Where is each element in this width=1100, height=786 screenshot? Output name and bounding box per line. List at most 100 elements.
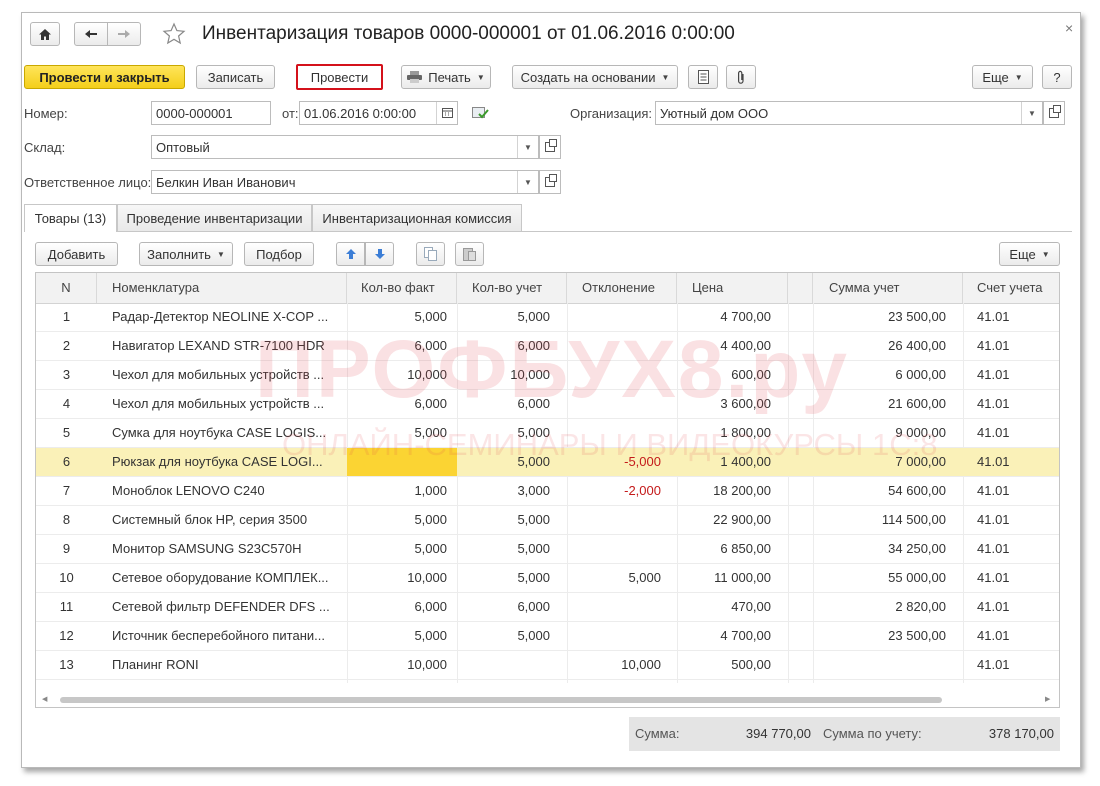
responsible-open-button[interactable]: [539, 170, 561, 194]
forward-button[interactable]: [107, 22, 141, 46]
cell-price[interactable]: 4 400,00: [677, 332, 771, 360]
post-and-close-button[interactable]: Провести и закрыть: [24, 65, 185, 89]
calendar-icon[interactable]: [436, 102, 457, 124]
cell-nomenclature[interactable]: Монитор SAMSUNG S23C570H: [112, 535, 342, 563]
cell-qty-account[interactable]: 6,000: [457, 593, 550, 621]
cell-qty-fact[interactable]: 10,000: [347, 564, 447, 592]
table-row[interactable]: 8 Системный блок HP, серия 3500 5,000 5,000…: [36, 506, 1059, 535]
warehouse-field[interactable]: Оптовый ▼: [151, 135, 539, 159]
cell-deviation[interactable]: [567, 419, 661, 447]
cell-price[interactable]: 6 850,00: [677, 535, 771, 563]
cell-deviation[interactable]: [567, 535, 661, 563]
cell-deviation[interactable]: -2,000: [567, 477, 661, 505]
cell-price[interactable]: 4 700,00: [677, 303, 771, 331]
organization-open-button[interactable]: [1043, 101, 1065, 125]
cell-nomenclature[interactable]: Навигатор LEXAND STR-7100 HDR: [112, 332, 342, 360]
cell-n[interactable]: 2: [36, 332, 97, 360]
number-field[interactable]: 0000-000001: [151, 101, 271, 125]
table-row[interactable]: 7 Моноблок LENOVO C240 1,000 3,000 -2,000 18 …: [36, 477, 1059, 506]
cell-qty-account[interactable]: 5,000: [457, 535, 550, 563]
cell-deviation[interactable]: 10,000: [567, 651, 661, 679]
cell-qty-fact[interactable]: 1,000: [347, 477, 447, 505]
tab-inventory-commission[interactable]: Инвентаризационная комиссия: [312, 204, 522, 231]
cell-price[interactable]: 4 700,00: [677, 622, 771, 650]
save-button[interactable]: Записать: [196, 65, 275, 89]
cell-sum-account[interactable]: 55 000,00: [813, 564, 946, 592]
cell-account[interactable]: 41.01: [977, 419, 1057, 447]
document-report-button[interactable]: [688, 65, 718, 89]
cell-qty-fact[interactable]: 5,000: [347, 419, 447, 447]
table-row[interactable]: 10 Сетевое оборудование КОМПЛЕК... 10,000 5…: [36, 564, 1059, 593]
cell-account[interactable]: 41.01: [977, 593, 1057, 621]
cell-deviation[interactable]: [567, 593, 661, 621]
cell-nomenclature[interactable]: Системный блок HP, серия 3500: [112, 506, 342, 534]
table-row[interactable]: 3 Чехол для мобильных устройств ... 10,000…: [36, 361, 1059, 390]
warehouse-open-button[interactable]: [539, 135, 561, 159]
cell-n[interactable]: 6: [36, 448, 97, 476]
cell-qty-fact[interactable]: 10,000: [347, 651, 447, 679]
cell-price[interactable]: 3 600,00: [677, 390, 771, 418]
cell-account[interactable]: 41.01: [977, 448, 1057, 476]
cell-qty-account[interactable]: 5,000: [457, 419, 550, 447]
cell-deviation[interactable]: -5,000: [567, 448, 661, 476]
cell-qty-fact[interactable]: 5,000: [347, 535, 447, 563]
cell-price[interactable]: 1 800,00: [677, 419, 771, 447]
chevron-down-icon[interactable]: ▼: [1021, 102, 1042, 124]
add-row-button[interactable]: Добавить: [35, 242, 118, 266]
col-header-deviation[interactable]: Отклонение: [567, 273, 677, 303]
cell-account[interactable]: 41.01: [977, 303, 1057, 331]
cell-n[interactable]: 4: [36, 390, 97, 418]
cell-sum-account[interactable]: 21 600,00: [813, 390, 946, 418]
cell-qty-fact[interactable]: 5,000: [347, 622, 447, 650]
cell-qty-fact[interactable]: 5,000: [347, 303, 447, 331]
cell-qty-account[interactable]: 5,000: [457, 506, 550, 534]
cell-qty-account[interactable]: [457, 651, 550, 679]
tab-goods[interactable]: Товары (13): [24, 204, 117, 232]
table-row[interactable]: 11 Сетевой фильтр DEFENDER DFS ... 6,000 6,…: [36, 593, 1059, 622]
cell-qty-account[interactable]: 5,000: [457, 448, 550, 476]
scroll-left-icon[interactable]: ◀: [42, 695, 47, 703]
cell-nomenclature[interactable]: Моноблок LENOVO C240: [112, 477, 342, 505]
col-header-sum-account[interactable]: Сумма учет: [813, 273, 963, 303]
responsible-field[interactable]: Белкин Иван Иванович ▼: [151, 170, 539, 194]
col-header-n[interactable]: N: [36, 273, 97, 303]
table-more-button[interactable]: Еще ▼: [999, 242, 1060, 266]
cell-price[interactable]: 11 000,00: [677, 564, 771, 592]
col-header-qty-account[interactable]: Кол-во учет: [457, 273, 567, 303]
cell-deviation[interactable]: [567, 506, 661, 534]
organization-field[interactable]: Уютный дом ООО ▼: [655, 101, 1043, 125]
cell-account[interactable]: 41.01: [977, 651, 1057, 679]
cell-price[interactable]: 22 900,00: [677, 506, 771, 534]
scrollbar-thumb[interactable]: [60, 697, 942, 703]
paste-row-button[interactable]: [455, 242, 484, 266]
move-up-button[interactable]: [336, 242, 365, 266]
copy-row-button[interactable]: [416, 242, 445, 266]
cell-sum-account[interactable]: 23 500,00: [813, 303, 946, 331]
cell-deviation[interactable]: 5,000: [567, 564, 661, 592]
cell-n[interactable]: 7: [36, 477, 97, 505]
pick-button[interactable]: Подбор: [244, 242, 314, 266]
cell-sum-account[interactable]: 34 250,00: [813, 535, 946, 563]
cell-qty-account[interactable]: 5,000: [457, 303, 550, 331]
cell-price[interactable]: 18 200,00: [677, 477, 771, 505]
cell-deviation[interactable]: [567, 303, 661, 331]
cell-qty-account[interactable]: 6,000: [457, 332, 550, 360]
close-icon[interactable]: ×: [1065, 20, 1073, 36]
cell-n[interactable]: 13: [36, 651, 97, 679]
cell-account[interactable]: 41.01: [977, 390, 1057, 418]
table-row[interactable]: 2 Навигатор LEXAND STR-7100 HDR 6,000 6,000…: [36, 332, 1059, 361]
more-button[interactable]: Еще ▼: [972, 65, 1033, 89]
home-button[interactable]: [30, 22, 60, 46]
move-down-button[interactable]: [365, 242, 394, 266]
print-button[interactable]: Печать ▼: [401, 65, 491, 89]
cell-qty-fact[interactable]: 6,000: [347, 390, 447, 418]
cell-account[interactable]: 41.01: [977, 361, 1057, 389]
table-row[interactable]: 5 Сумка для ноутбука CASE LOGIS... 5,000 5,…: [36, 419, 1059, 448]
col-header-qty-fact[interactable]: Кол-во факт: [347, 273, 457, 303]
cell-nomenclature[interactable]: Сетевой фильтр DEFENDER DFS ...: [112, 593, 342, 621]
favorite-star-icon[interactable]: [162, 22, 186, 46]
back-button[interactable]: [74, 22, 108, 46]
cell-deviation[interactable]: [567, 622, 661, 650]
cell-n[interactable]: 8: [36, 506, 97, 534]
cell-deviation[interactable]: [567, 332, 661, 360]
